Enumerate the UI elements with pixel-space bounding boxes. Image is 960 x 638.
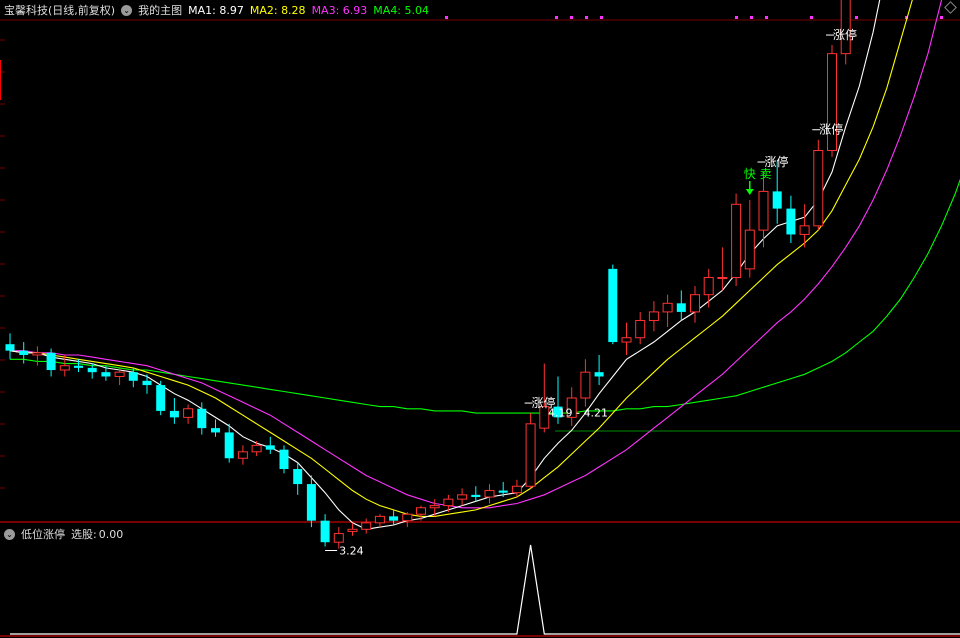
candle-body <box>608 268 618 343</box>
candle-body <box>840 0 851 55</box>
candle-body <box>251 444 262 453</box>
signal-dot <box>600 16 603 19</box>
ma3-indicator: MA3: 6.93 <box>311 3 368 17</box>
candle-body <box>594 372 604 377</box>
stock-title[interactable]: 宝馨科技(日线,前复权) <box>4 2 115 18</box>
range-label: 4.19 - 4.21 <box>548 406 608 419</box>
signal-dot <box>555 16 558 19</box>
candle-body <box>347 528 358 532</box>
candle-body <box>703 276 714 296</box>
candle-body <box>59 365 70 371</box>
candle-body <box>5 344 15 351</box>
signal-dot <box>445 16 448 19</box>
candle-body <box>279 449 289 470</box>
sub-chart-header: ⌄ 低位涨停 选股: 0.00 <box>4 526 123 542</box>
chart-header: 宝馨科技(日线,前复权) ⌄ 我的主图 MA1: 8.97 MA2: 8.28 … <box>4 2 429 18</box>
ma1-indicator: MA1: 8.97 <box>188 3 244 17</box>
candle-body <box>74 365 83 368</box>
candle-body <box>306 484 316 521</box>
low-price-label: 3.24 <box>339 545 364 558</box>
candle-body <box>416 507 426 515</box>
candle-body <box>293 469 303 485</box>
candle-body <box>758 190 769 231</box>
limit-up-label: 涨停 <box>819 122 843 137</box>
limit-up-label: 涨停 <box>833 27 857 42</box>
candle-body <box>46 352 56 371</box>
candle-body <box>786 208 796 235</box>
indicator-name[interactable]: 低位涨停 <box>21 526 65 542</box>
candle-body <box>374 515 385 524</box>
candle-body <box>731 203 742 278</box>
candle-body <box>525 423 536 487</box>
candle-body <box>320 520 330 543</box>
signal-dot <box>940 16 943 19</box>
candle-body <box>156 385 166 411</box>
candle-body <box>799 225 810 235</box>
candle-body <box>511 485 522 494</box>
candle-body <box>128 372 138 381</box>
signal-dot <box>750 16 753 19</box>
ma1-line <box>9 0 881 530</box>
candle-body <box>237 451 248 459</box>
candle-body <box>333 533 344 543</box>
candle-body <box>457 494 468 500</box>
signal-dot <box>765 16 768 19</box>
candle-body <box>621 337 632 343</box>
candle-body <box>471 494 481 497</box>
candle-body <box>662 302 673 313</box>
candle-body <box>635 320 646 339</box>
candle-body <box>744 229 755 270</box>
candle-body <box>813 150 824 227</box>
candle-body <box>690 294 700 313</box>
candle-body <box>402 513 413 522</box>
signal-dot <box>570 16 573 19</box>
candle-body <box>19 350 29 355</box>
signal-dot <box>810 16 813 19</box>
select-value: 0.00 <box>98 527 124 541</box>
candle-body <box>498 490 508 493</box>
limit-up-label: 涨停 <box>765 154 789 169</box>
candle-body <box>389 516 399 521</box>
candle-body <box>443 498 454 507</box>
candle-body <box>484 490 495 498</box>
candle-body <box>114 371 125 377</box>
candlestick-chart[interactable]: 6.82 - 7.536.29 - 6.43 3.24涨停4.19 - 4.21… <box>0 0 960 638</box>
signal-dot <box>585 16 588 19</box>
candle-body <box>772 191 782 209</box>
candle-body <box>429 505 440 509</box>
ma2-line <box>9 0 913 517</box>
quick-sell-label: 快 卖 <box>744 167 772 181</box>
down-arrow-icon <box>745 189 754 195</box>
candle-body <box>224 432 234 459</box>
candle-body <box>197 408 207 429</box>
signal-dot <box>735 16 738 19</box>
chevron-down-icon[interactable]: ⌄ <box>121 4 133 16</box>
ma3-line <box>10 0 943 509</box>
signal-line <box>10 544 960 635</box>
candle-body <box>580 371 591 399</box>
signal-dot <box>855 16 858 19</box>
candle-body <box>717 276 728 279</box>
candle-body <box>361 522 372 530</box>
candle-body <box>32 352 43 356</box>
candle-body <box>265 445 275 450</box>
candle-body <box>648 311 659 322</box>
ma4-indicator: MA4: 5.04 <box>373 3 430 17</box>
candle-body <box>211 428 220 433</box>
candle-body <box>87 367 97 373</box>
chevron-down-icon[interactable]: ⌄ <box>4 528 15 540</box>
ma2-indicator: MA2: 8.28 <box>249 3 306 17</box>
candle-body <box>676 303 686 312</box>
candle-body <box>169 410 179 418</box>
candle-body <box>142 380 152 386</box>
select-label: 选股: <box>71 528 97 541</box>
main-chart-name[interactable]: 我的主图 <box>138 2 182 18</box>
candle-body <box>101 372 111 377</box>
candle-body <box>183 408 194 418</box>
